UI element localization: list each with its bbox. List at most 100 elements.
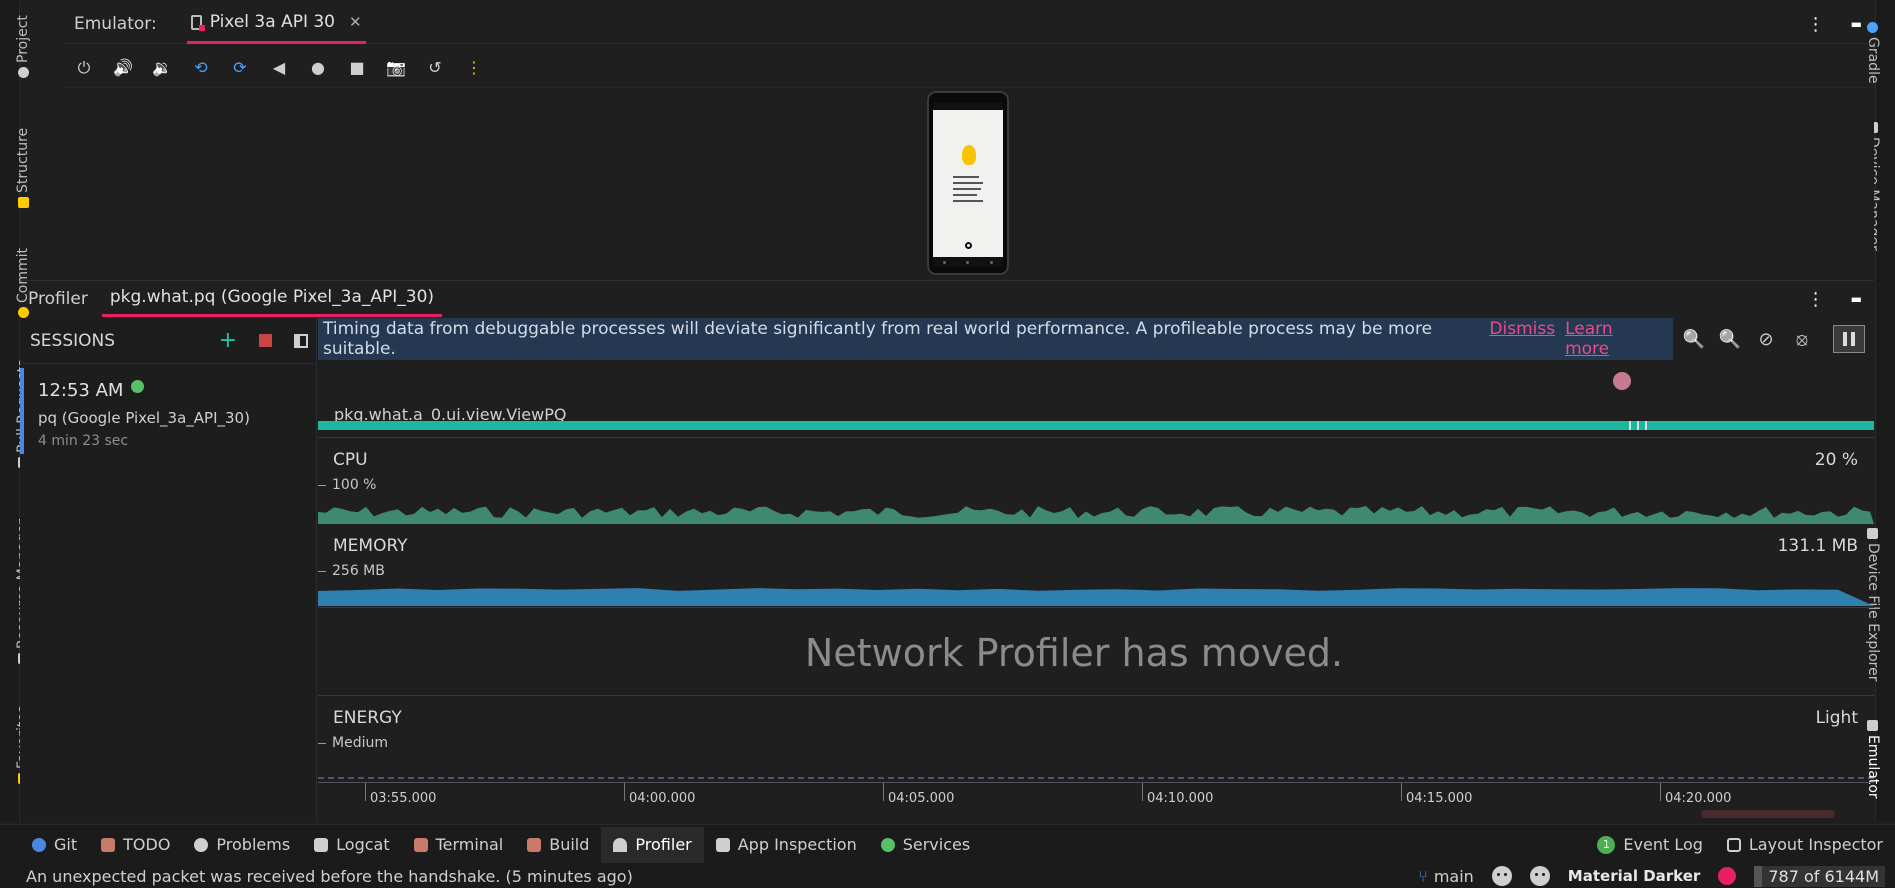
android-studio-window: Project Structure Commit Pull Requests R… [0,0,1895,888]
tool-tab-structure[interactable]: Structure [15,128,31,208]
tab-profiler[interactable]: Profiler [20,281,96,317]
memory-value: 131.1 MB [1777,536,1858,556]
timeline-tick: 04:15.000 [1400,783,1472,806]
cpu-scale: 100 % [318,477,376,493]
dismiss-link[interactable]: Dismiss [1489,319,1555,359]
session-time-row: 12:53 AM [38,380,316,401]
sad-face-icon[interactable] [1529,866,1550,886]
timeline-tick: 04:20.000 [1659,783,1731,806]
session-live-indicator [131,380,145,393]
logcat-label: Logcat [336,835,390,854]
event-log-badge: 1 [1597,835,1616,854]
extended-controls-icon[interactable]: ⋮ [464,58,484,78]
device-screen[interactable] [927,91,1009,275]
rotate-left-icon[interactable]: ⟲ [191,58,211,78]
reset-zoom-icon[interactable]: ⊘ [1755,328,1777,350]
app-text-line [953,176,979,178]
minimize-icon[interactable]: ▬ [1851,17,1862,31]
energy-title: ENERGY [333,708,402,728]
profiler-header-actions: ⋮ ▬ [1807,281,1874,317]
volume-down-icon[interactable]: 🔉 [152,58,172,78]
problems-icon [194,837,209,852]
problems-label: Problems [216,835,291,854]
bottom-right-tools: 1 Event Log Layout Inspector [1585,827,1895,863]
tab-pixel-3a-api-30[interactable]: Pixel 3a API 30 ✕ [186,4,366,44]
memory-scale: 256 MB [318,563,385,579]
project-icon [17,67,29,78]
emulator-header-actions: ⋮ ▬ [1807,4,1874,44]
tool-tab-project[interactable]: Project [15,15,31,78]
status-message[interactable]: An unexpected packet was received before… [26,867,633,886]
back-icon[interactable]: ◀ [269,58,289,78]
home-icon[interactable]: ● [308,58,328,78]
cpu-monitor[interactable]: CPU 20 % 100 % [318,440,1874,524]
profiler-more-options-icon[interactable]: ⋮ [1807,289,1825,310]
tool-tab-build[interactable]: Build [515,827,601,863]
sessions-panel: SESSIONS + 12:53 AM pq (Google Pixel_3a_… [20,318,317,822]
tool-tab-git[interactable]: Git [20,827,89,863]
add-session-icon[interactable]: + [219,328,237,353]
timeline-scrollbar[interactable] [1701,810,1835,818]
screenshot-icon[interactable]: 📷 [386,58,406,78]
happy-face-icon[interactable] [1491,866,1512,886]
close-icon[interactable]: ✕ [349,13,362,31]
profiler-gauge-icon [613,837,628,852]
layout-inspector-label: Layout Inspector [1748,835,1883,854]
energy-monitor[interactable]: ENERGY Light Medium [318,698,1874,782]
more-options-icon[interactable]: ⋮ [1807,14,1825,35]
rotate-right-icon[interactable]: ⟳ [230,58,250,78]
network-monitor[interactable]: Network Profiler has moved. [318,610,1874,696]
timeline-tick: 04:00.000 [623,783,695,806]
right-tool-strip: Gradle Device Manager Device File Explor… [1865,0,1895,822]
branch-icon: ⑂ [1418,866,1428,886]
snapshot-icon[interactable]: ↺ [425,58,445,78]
collapse-panel-icon[interactable] [294,333,308,348]
timeline-controls: 🔍 🔍 ⊘ ⦻ [1675,318,1873,360]
touch-event-marker[interactable] [1613,372,1631,390]
timeline-tick: 04:10.000 [1141,783,1213,806]
profiler-minimize-icon[interactable]: ▬ [1851,292,1862,306]
overview-icon[interactable]: ■ [347,58,367,78]
terminal-icon [413,837,428,852]
tool-tab-event-log[interactable]: 1 Event Log [1585,827,1715,863]
tool-tab-profiler[interactable]: Profiler [601,826,704,863]
stop-session-icon[interactable] [259,334,272,347]
zoom-in-icon[interactable]: 🔍 [1719,328,1741,350]
tool-tab-services[interactable]: Services [869,827,982,863]
tool-tab-problems[interactable]: Problems [182,827,302,863]
services-label: Services [902,835,971,854]
tool-tab-layout-inspector[interactable]: Layout Inspector [1715,827,1895,863]
device-tab-label: Pixel 3a API 30 [209,12,335,32]
timeline-axis[interactable]: 03:55.000 04:00.000 04:05.000 04:10.000 … [318,782,1874,812]
status-right: ⑂ main Material Darker 787 of 6144M [1418,865,1895,887]
tool-tab-app-inspection[interactable]: App Inspection [704,827,869,863]
emulator-header: Emulator: Pixel 3a API 30 ✕ ⋮ ▬ [64,4,1874,44]
network-moved-message: Network Profiler has moved. [804,630,1344,675]
energy-value: Light [1815,708,1858,728]
status-bar: An unexpected packet was received before… [0,864,1895,888]
attach-to-live-icon[interactable]: ⦻ [1791,328,1813,350]
terminal-label: Terminal [435,835,504,854]
tool-tab-project-label: Project [15,15,31,63]
sessions-actions: + [219,328,316,353]
tab-profiler-session[interactable]: pkg.what.pq (Google Pixel_3a_API_30) [101,281,443,317]
banner-text: Timing data from debuggable processes wi… [323,319,1433,359]
theme-name[interactable]: Material Darker [1568,867,1701,885]
volume-up-icon[interactable]: 🔊 [113,58,133,78]
power-icon[interactable]: ⏻ [74,58,94,78]
tool-tab-todo[interactable]: TODO [89,827,182,863]
tool-tab-terminal[interactable]: Terminal [402,827,516,863]
event-log-label: Event Log [1623,835,1703,854]
pause-button[interactable] [1833,325,1865,353]
todo-label: TODO [123,835,171,854]
timeline-tick: 03:55.000 [364,783,436,806]
memory-monitor[interactable]: MEMORY 131.1 MB 256 MB [318,526,1874,608]
tool-tab-logcat[interactable]: Logcat [302,827,401,863]
session-item[interactable]: 12:53 AM pq (Google Pixel_3a_API_30) 4 m… [20,368,316,454]
app-text-line [953,188,981,190]
zoom-out-icon[interactable]: 🔍 [1683,328,1705,350]
learn-more-link[interactable]: Learn more [1565,319,1659,359]
git-branch-widget[interactable]: ⑂ main [1418,867,1474,886]
memory-indicator[interactable]: 787 of 6144M [1754,865,1885,887]
cpu-title: CPU [333,450,368,470]
